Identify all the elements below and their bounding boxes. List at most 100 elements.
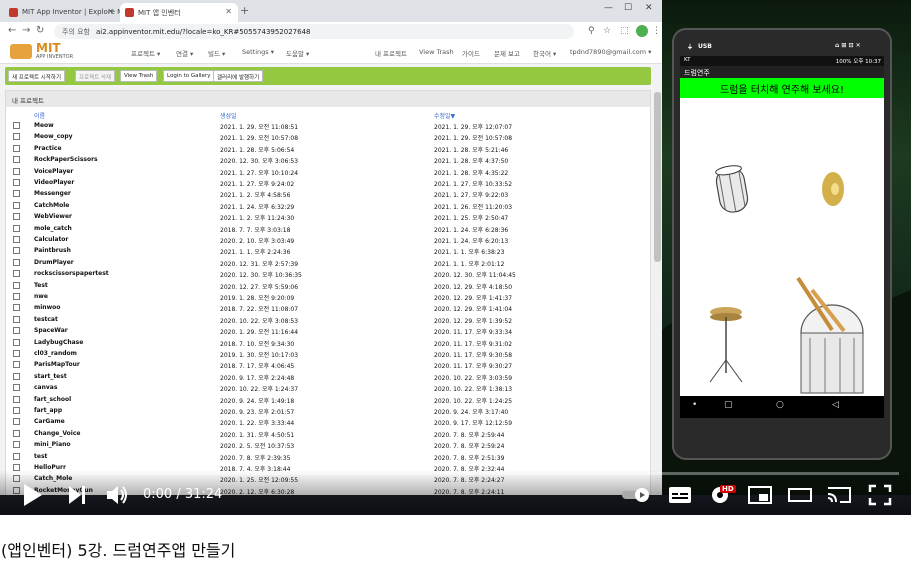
play-icon[interactable] — [20, 481, 46, 509]
back-icon[interactable]: ◁ — [832, 400, 839, 410]
project-name[interactable]: Meow — [34, 122, 54, 129]
row-checkbox[interactable] — [13, 407, 20, 414]
table-row[interactable]: cl03_random 2019. 1. 30. 오전 10:17:03 2020.… — [6, 348, 650, 359]
column-header-modified[interactable]: 수정일▼ — [434, 111, 455, 120]
avatar[interactable] — [636, 25, 648, 37]
table-row[interactable]: CatchMole 2021. 1. 24. 오후 6:32:29 2021. 1.… — [6, 200, 650, 211]
project-name[interactable]: fart_school — [34, 396, 71, 403]
row-checkbox[interactable] — [13, 441, 20, 449]
project-name[interactable]: test — [34, 453, 47, 460]
project-name[interactable]: DrumPlayer — [34, 259, 74, 266]
row-checkbox[interactable] — [13, 122, 20, 129]
project-name[interactable]: Practice — [34, 145, 62, 152]
url-input[interactable]: 주의 요함 ai2.appinventor.mit.edu/?locale=ko_… — [54, 24, 574, 39]
close-window-icon[interactable]: ✕ — [645, 3, 653, 13]
back-icon[interactable]: ← — [8, 25, 16, 36]
subtitles-icon[interactable] — [668, 485, 692, 505]
forward-icon[interactable]: → — [22, 25, 30, 36]
app-inventor-logo[interactable]: MIT APP INVENTOR — [10, 41, 90, 63]
row-checkbox[interactable] — [13, 213, 20, 221]
table-row[interactable]: Test 2020. 12. 27. 오후 5:59:06 2020. 12. 29… — [6, 280, 650, 291]
project-name[interactable]: Paintbrush — [34, 247, 71, 254]
snare-drum-icon[interactable] — [714, 164, 750, 214]
row-checkbox[interactable] — [13, 179, 20, 186]
language-select[interactable]: 한국어 ▾ — [533, 48, 556, 58]
project-name[interactable]: mini_Piano — [34, 441, 71, 448]
link-report-issue[interactable]: 문제 보고 — [494, 48, 520, 58]
row-checkbox[interactable] — [13, 418, 20, 426]
table-row[interactable]: Practice 2021. 1. 28. 오후 5:06:54 2021. 1. … — [6, 143, 650, 154]
home-icon[interactable]: ○ — [776, 400, 784, 410]
row-checkbox[interactable] — [13, 258, 20, 266]
link-view-trash[interactable]: View Trash — [419, 48, 454, 56]
row-checkbox[interactable] — [13, 452, 20, 460]
column-header-name[interactable]: 이름 — [34, 111, 45, 120]
project-name[interactable]: start_test — [34, 373, 67, 380]
minimize-icon[interactable]: — — [604, 3, 613, 13]
row-checkbox[interactable] — [13, 144, 20, 152]
table-row[interactable]: Meow_copy 2021. 1. 29. 오전 10:57:08 2021. 1… — [6, 131, 650, 142]
project-name[interactable]: cl03_random — [34, 350, 77, 357]
recents-icon[interactable]: ▢ — [724, 400, 733, 410]
row-checkbox[interactable] — [13, 156, 20, 164]
next-icon[interactable] — [66, 483, 88, 507]
row-checkbox[interactable] — [13, 327, 20, 335]
row-checkbox[interactable] — [13, 236, 20, 243]
table-row[interactable]: ParisMapTour 2018. 7. 17. 오후 4:06:45 2020.… — [6, 359, 650, 370]
row-checkbox[interactable] — [13, 315, 20, 323]
row-checkbox[interactable] — [13, 304, 20, 312]
link-my-projects[interactable]: 내 프로젝트 — [375, 48, 407, 58]
table-row[interactable]: Calculator 2020. 2. 10. 오후 3:03:49 2021. 1… — [6, 234, 650, 245]
close-tab-icon[interactable]: ✕ — [225, 7, 232, 16]
large-drum-icon[interactable] — [796, 276, 864, 394]
phone-screen[interactable]: KT 100% 오후 10:37 드럼연주 드럼을 터치해 연주해 보세요! •… — [680, 56, 884, 418]
account-menu[interactable]: tpdnd7890@gmail.com ▾ — [570, 48, 651, 56]
project-name[interactable]: VideoPlayer — [34, 179, 74, 186]
project-name[interactable]: Calculator — [34, 236, 68, 243]
volume-icon[interactable] — [104, 482, 130, 508]
publish-gallery-button[interactable]: 갤러리에 발행하기 — [213, 70, 264, 82]
project-name[interactable]: testcat — [34, 316, 58, 323]
progress-bar[interactable] — [12, 472, 899, 475]
project-name[interactable]: mole_catch — [34, 225, 72, 232]
table-row[interactable]: mini_Piano 2020. 2. 5. 오전 10:37:53 2020. 7… — [6, 439, 650, 450]
table-row[interactable]: Change_Voice 2020. 1. 31. 오후 4:50:51 2020.… — [6, 428, 650, 439]
table-row[interactable]: testcat 2020. 10. 22. 오후 3:08:53 2020. 12.… — [6, 314, 650, 325]
table-row[interactable]: fart_app 2020. 9. 23. 오후 2:01:57 2020. 9. … — [6, 405, 650, 416]
miniplayer-icon[interactable] — [748, 485, 772, 505]
row-checkbox[interactable] — [13, 293, 20, 300]
menu-project[interactable]: 프로젝트 ▾ — [131, 48, 160, 58]
table-row[interactable]: test 2020. 7. 8. 오후 2:39:35 2020. 7. 8. 오후… — [6, 451, 650, 462]
project-name[interactable]: rockscissorspapertest — [34, 270, 109, 277]
delete-project-button[interactable]: 프로젝트 삭제 — [75, 70, 116, 82]
cymbal-icon[interactable] — [822, 172, 844, 206]
extension-icon[interactable]: ⬚ — [620, 26, 629, 36]
close-tab-icon[interactable]: ✕ — [107, 7, 114, 16]
tab-app-inventor[interactable]: MIT 앱 인벤터 ✕ — [120, 3, 238, 22]
table-row[interactable]: WebViewer 2021. 1. 2. 오후 11:24:30 2021. 1.… — [6, 211, 650, 222]
project-name[interactable]: CatchMole — [34, 202, 69, 209]
table-row[interactable]: rockscissorspapertest 2020. 12. 30. 오후 10… — [6, 268, 650, 279]
table-row[interactable]: minwoo 2018. 7. 22. 오전 11:08:07 2020. 12. … — [6, 302, 650, 313]
project-name[interactable]: Messenger — [34, 190, 71, 197]
table-row[interactable]: DrumPlayer 2020. 12. 31. 오후 2:57:39 2021. … — [6, 257, 650, 268]
column-header-created[interactable]: 생성일 — [220, 111, 237, 120]
table-row[interactable]: VideoPlayer 2021. 1. 27. 오후 9:24:02 2021. … — [6, 177, 650, 188]
menu-connect[interactable]: 연결 ▾ — [176, 48, 193, 58]
zoom-icon[interactable]: ⚲ — [588, 26, 595, 36]
project-name[interactable]: RockPaperScissors — [34, 156, 98, 163]
row-checkbox[interactable] — [13, 270, 20, 278]
row-checkbox[interactable] — [13, 384, 20, 392]
tab-explore[interactable]: MIT App Inventor | Explore MIT ✕ — [4, 3, 120, 22]
project-name[interactable]: WebViewer — [34, 213, 72, 220]
scrollbar[interactable] — [653, 90, 662, 515]
link-guide[interactable]: 가이드 — [462, 48, 480, 58]
menu-settings[interactable]: Settings ▾ — [242, 48, 274, 56]
row-checkbox[interactable] — [13, 201, 20, 209]
project-name[interactable]: fart_app — [34, 407, 62, 414]
row-checkbox[interactable] — [13, 247, 20, 255]
table-row[interactable]: nwe 2019. 1. 28. 오전 9:20:09 2020. 12. 29. … — [6, 291, 650, 302]
table-row[interactable]: Paintbrush 2021. 1. 1. 오후 2:24:36 2021. 1.… — [6, 245, 650, 256]
menu-help[interactable]: 도움말 ▾ — [286, 48, 309, 58]
row-checkbox[interactable] — [13, 167, 20, 175]
